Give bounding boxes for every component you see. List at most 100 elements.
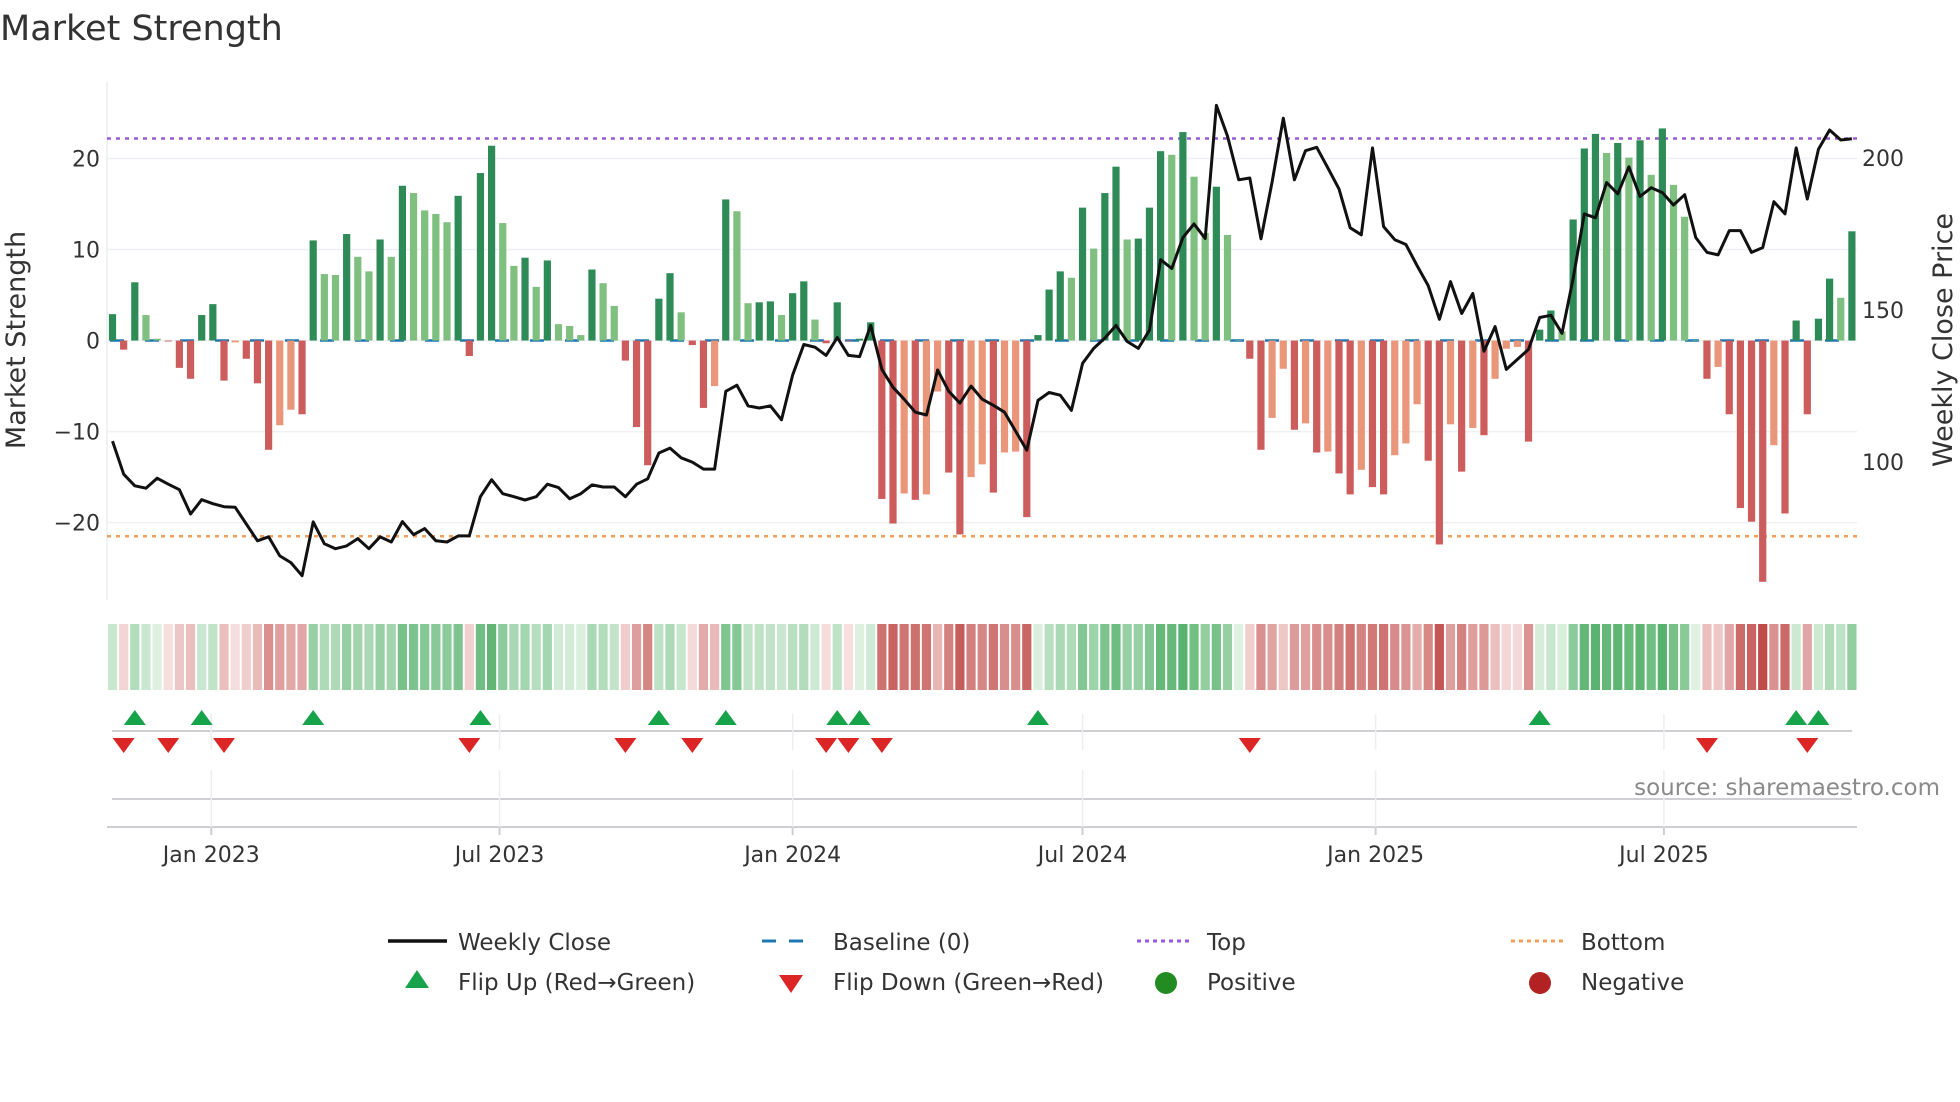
strip-cell	[933, 624, 943, 690]
strip-cell	[1724, 624, 1734, 690]
strip-cell	[576, 624, 586, 690]
strength-bar	[421, 210, 429, 341]
strength-bar	[666, 273, 674, 341]
strip-cell	[1111, 624, 1121, 690]
strip-cell	[1334, 624, 1344, 690]
strip-cell	[776, 624, 787, 690]
strip-cell	[1535, 624, 1545, 690]
strength-bar	[1424, 340, 1432, 461]
strip-cell	[1055, 624, 1065, 690]
x-tick-label: Jul 2024	[1036, 843, 1128, 868]
strip-cell	[1323, 624, 1333, 690]
strength-bar	[632, 340, 641, 428]
strength-bar	[1112, 166, 1120, 341]
strength-bars	[108, 128, 1856, 582]
flip-down-marker	[458, 738, 481, 753]
strength-bar	[510, 265, 518, 341]
strip-cell	[509, 624, 519, 690]
strength-bar	[1045, 289, 1053, 341]
strip-cell	[1479, 624, 1489, 690]
strength-bar	[822, 340, 830, 344]
strength-bar	[532, 286, 540, 341]
x-tick-label: Jan 2025	[1325, 843, 1424, 868]
strip-cell	[743, 624, 753, 690]
strength-bar	[409, 193, 418, 341]
strip-cell	[1367, 624, 1378, 690]
flip-up-marker	[1785, 710, 1808, 725]
flip-up-marker	[302, 710, 325, 725]
flip-down-marker	[681, 738, 704, 753]
strip-cell	[319, 624, 329, 690]
strip-cell	[252, 624, 263, 690]
legend-weekly-close-label: Weekly Close	[458, 930, 611, 956]
left-tick-label: −10	[54, 421, 100, 446]
flip-up-marker	[848, 710, 871, 725]
strength-bar	[1736, 340, 1744, 509]
strength-bar	[1391, 340, 1399, 456]
strength-bar	[387, 256, 395, 341]
strip-cell	[1390, 624, 1400, 690]
flip-down-marker	[213, 738, 235, 753]
strip-cell	[1234, 624, 1244, 690]
strip-cell	[431, 624, 441, 690]
strength-bar	[454, 195, 462, 341]
market-strength-chart: Market Strength −20 −10 0 10 20 100 150 200 Ma…	[0, 9, 1959, 996]
strength-bar	[1268, 340, 1276, 418]
strength-bar	[142, 315, 150, 341]
strip-cell	[1222, 624, 1233, 690]
strength-bar	[1491, 340, 1499, 379]
strip-cell	[297, 624, 307, 690]
strength-bar	[309, 240, 317, 341]
strip-cell	[1345, 624, 1355, 690]
legend: Weekly Close Baseline (0) Top Bottom Fli…	[388, 930, 1684, 996]
strip-cell	[1490, 624, 1500, 690]
strength-bar	[1134, 238, 1142, 341]
strip-cell	[163, 624, 173, 690]
legend-negative-label: Negative	[1581, 970, 1684, 996]
legend-negative-icon	[1529, 972, 1551, 994]
strip-cell	[788, 624, 798, 690]
strip-cell	[185, 624, 196, 690]
strip-cell	[1077, 624, 1088, 690]
strip-cell	[375, 624, 385, 690]
strength-bar	[1591, 133, 1600, 341]
strip-cell	[1568, 624, 1578, 690]
left-tick-label: −20	[54, 512, 100, 537]
strength-bar	[1056, 271, 1064, 341]
strip-cell	[1211, 624, 1221, 690]
strength-bar	[922, 340, 931, 495]
strength-bar	[220, 340, 228, 381]
strength-bar	[1826, 278, 1834, 341]
left-axis-title: Market Strength	[1, 231, 32, 449]
strength-bar	[1212, 186, 1220, 341]
strength-bar	[1848, 231, 1856, 341]
strip-cell	[587, 624, 597, 690]
strength-bar	[1714, 340, 1722, 367]
strip-cell	[1011, 624, 1021, 690]
strip-cell	[386, 624, 396, 690]
strip-cell	[442, 624, 452, 690]
strength-bar	[1357, 340, 1365, 470]
strength-heat-strip	[107, 624, 1857, 690]
strip-cell	[1089, 624, 1099, 690]
strip-cell	[1646, 624, 1656, 690]
strength-bar	[855, 338, 864, 341]
strip-cell	[1468, 624, 1478, 690]
strip-cell	[1512, 624, 1522, 690]
strength-bar	[186, 340, 195, 379]
strength-bar	[1480, 340, 1488, 436]
strip-cell	[1278, 624, 1288, 690]
left-axis-ticks: −20 −10 0 10 20	[54, 147, 100, 536]
strip-cell	[286, 624, 296, 690]
strip-cell	[877, 624, 887, 690]
strip-cell	[1557, 624, 1567, 690]
strip-cell	[620, 624, 630, 690]
strip-cell	[1735, 624, 1745, 690]
strength-bar	[499, 223, 507, 341]
strength-bar	[153, 338, 161, 341]
strength-bar	[699, 340, 708, 408]
strip-cell	[219, 624, 229, 690]
legend-positive-icon	[1155, 972, 1177, 994]
strip-cell	[944, 624, 954, 690]
strength-bar	[1368, 340, 1377, 488]
